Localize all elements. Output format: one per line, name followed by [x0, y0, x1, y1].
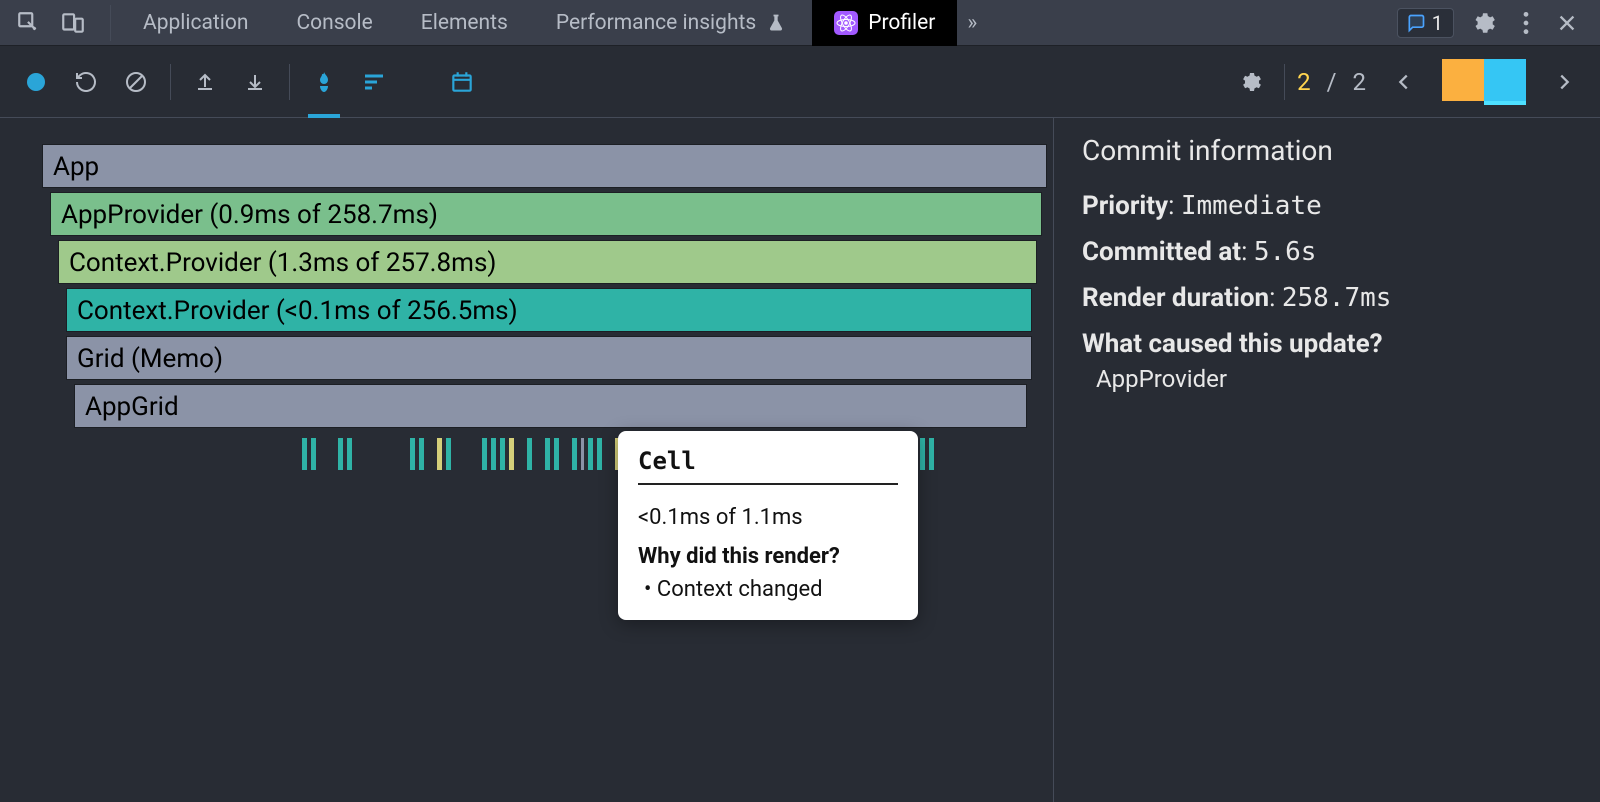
flame-row[interactable]: Context.Provider (<0.1ms of 256.5ms) [66, 288, 1032, 332]
flame-row[interactable]: Grid (Memo) [66, 336, 1032, 380]
tooltip-why-heading: Why did this render? [638, 544, 898, 569]
react-icon [834, 11, 858, 35]
tab-label: Elements [421, 11, 508, 35]
flame-node-tooltip: Cell <0.1ms of 1.1ms Why did this render… [618, 431, 918, 620]
commit-info-pane: Commit information Priority: Immediate C… [1054, 118, 1600, 802]
timeline-view-button[interactable] [440, 60, 484, 104]
label: What caused this update? [1082, 329, 1383, 359]
issues-indicator[interactable]: 1 [1397, 8, 1454, 38]
profiler-main: AppAppProvider (0.9ms of 258.7ms)Context… [0, 118, 1600, 802]
tab-label: Performance insights [556, 11, 756, 35]
tab-profiler[interactable]: Profiler [812, 0, 957, 46]
tooltip-reason: Context changed [644, 577, 898, 602]
record-button[interactable] [14, 60, 58, 104]
label: Committed at [1082, 237, 1241, 267]
tooltip-duration: <0.1ms of 1.1ms [638, 505, 898, 530]
reload-button[interactable] [64, 60, 108, 104]
commit-bars[interactable] [1442, 59, 1526, 105]
tab-performance-insights[interactable]: Performance insights [534, 0, 808, 46]
kebab-icon[interactable] [1522, 10, 1530, 36]
commit-next-button[interactable] [1542, 60, 1586, 104]
tab-label: Console [296, 11, 372, 35]
value: 258.7ms [1282, 283, 1392, 313]
device-toggle-icon[interactable] [60, 10, 86, 36]
tab-elements[interactable]: Elements [399, 0, 530, 46]
flamegraph-pane: AppAppProvider (0.9ms of 258.7ms)Context… [0, 118, 1054, 802]
tab-label: Profiler [868, 11, 935, 35]
value: 5.6s [1254, 237, 1317, 267]
divider [289, 64, 290, 100]
commit-bar[interactable] [1442, 59, 1484, 101]
flame-row[interactable]: AppGrid [74, 384, 1027, 428]
chat-icon [1406, 13, 1426, 33]
close-icon[interactable] [1556, 12, 1578, 34]
label: Render duration [1082, 283, 1269, 313]
info-committed-at: Committed at: 5.6s [1082, 237, 1572, 267]
clear-button[interactable] [114, 60, 158, 104]
commit-bar-selected[interactable] [1484, 59, 1526, 101]
tooltip-reason-list: Context changed [638, 577, 898, 602]
info-render-duration: Render duration: 258.7ms [1082, 283, 1572, 313]
divider [110, 5, 111, 41]
ranked-view-button[interactable] [352, 60, 396, 104]
tab-application[interactable]: Application [121, 0, 270, 46]
overflow-label: » [967, 11, 977, 35]
commit-sep: / [1327, 68, 1337, 96]
flask-icon [766, 13, 786, 33]
side-title: Commit information [1082, 134, 1572, 167]
import-button[interactable] [183, 60, 227, 104]
divider [170, 64, 171, 100]
info-priority: Priority: Immediate [1082, 191, 1572, 221]
flame-row[interactable]: AppProvider (0.9ms of 258.7ms) [50, 192, 1042, 236]
flamegraph-view-button[interactable] [302, 60, 346, 104]
commit-selector: 2 / 2 [1297, 59, 1586, 105]
cause-item[interactable]: AppProvider [1096, 365, 1572, 393]
flame-row[interactable]: App [42, 144, 1047, 188]
value: Immediate [1181, 191, 1322, 221]
commit-current: 2 [1297, 68, 1311, 96]
commit-prev-button[interactable] [1382, 60, 1426, 104]
tab-label: Application [143, 11, 248, 35]
inspect-icon[interactable] [16, 10, 42, 36]
issues-count: 1 [1432, 11, 1443, 35]
gear-icon[interactable] [1470, 10, 1496, 36]
profiler-toolbar: 2 / 2 [0, 46, 1600, 118]
tooltip-title: Cell [638, 447, 898, 485]
tabs-overflow[interactable]: » [961, 0, 983, 46]
profiler-settings-button[interactable] [1228, 60, 1272, 104]
devtools-tab-bar: Application Console Elements Performance… [0, 0, 1600, 46]
export-button[interactable] [233, 60, 277, 104]
label: Priority [1082, 191, 1168, 221]
commit-total: 2 [1353, 68, 1367, 96]
tab-console[interactable]: Console [274, 0, 394, 46]
record-icon [27, 73, 45, 91]
divider [1284, 64, 1285, 100]
info-update-cause: What caused this update? AppProvider [1082, 329, 1572, 393]
flame-row[interactable]: Context.Provider (1.3ms of 257.8ms) [58, 240, 1037, 284]
